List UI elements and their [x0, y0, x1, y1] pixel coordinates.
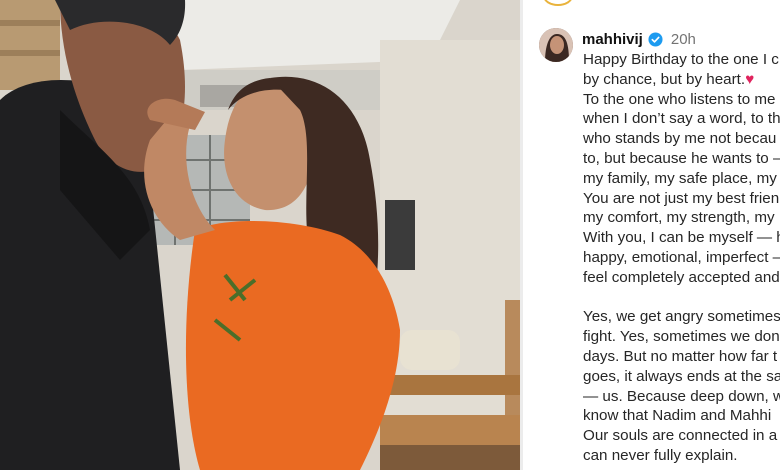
caption-line: happy, emotional, imperfect – — [583, 248, 780, 266]
caption-line: fight. Yes, sometimes we don — [583, 328, 780, 346]
post-timestamp[interactable]: 20h — [671, 31, 696, 48]
caption-line: when I don’t say a word, to th — [583, 110, 780, 128]
avatar-image — [539, 28, 573, 62]
post-photo[interactable] — [0, 0, 520, 470]
caption-paragraph-gap — [583, 288, 780, 308]
avatar[interactable] — [539, 28, 573, 62]
caption-line: With you, I can be myself — h — [583, 229, 780, 247]
post-caption-panel: mahhivij 20h Happy Birthday to the one I… — [523, 0, 780, 470]
caption-line: feel completely accepted and — [583, 268, 780, 286]
verified-badge-icon — [648, 32, 663, 47]
caption-line: days. But no matter how far t — [583, 347, 778, 365]
caption-line: — us. Because deep down, w — [583, 387, 780, 405]
caption-line: my comfort, my strength, my — [583, 209, 775, 227]
previous-avatar-ring — [543, 0, 573, 6]
caption-line: can never fully explain. — [583, 446, 738, 464]
username[interactable]: mahhivij — [582, 31, 643, 48]
caption-line: to, but because he wants to – — [583, 149, 780, 167]
photo-illustration — [0, 0, 520, 470]
caption-line: To the one who listens to me — [583, 90, 776, 108]
heart-emoji: ♥ — [745, 70, 755, 88]
caption-line: Our souls are connected in a — [583, 427, 778, 445]
caption-line: Happy Birthday to the one I c — [583, 51, 779, 68]
caption-line: You are not just my best frien — [583, 189, 780, 207]
caption-line-text: by chance, but by heart. — [583, 70, 746, 88]
caption-line: who stands by me not becau — [583, 130, 777, 148]
caption-line: by chance, but by heart.♥ — [583, 70, 780, 90]
caption-line: know that Nadim and Mahhi — [583, 407, 772, 425]
post-caption: Happy Birthday to the one I c by chance,… — [583, 50, 780, 466]
caption-line: Yes, we get angry sometimes — [583, 308, 780, 326]
caption-line: my family, my safe place, my — [583, 169, 777, 187]
caption-line: goes, it always ends at the sa — [583, 367, 780, 385]
